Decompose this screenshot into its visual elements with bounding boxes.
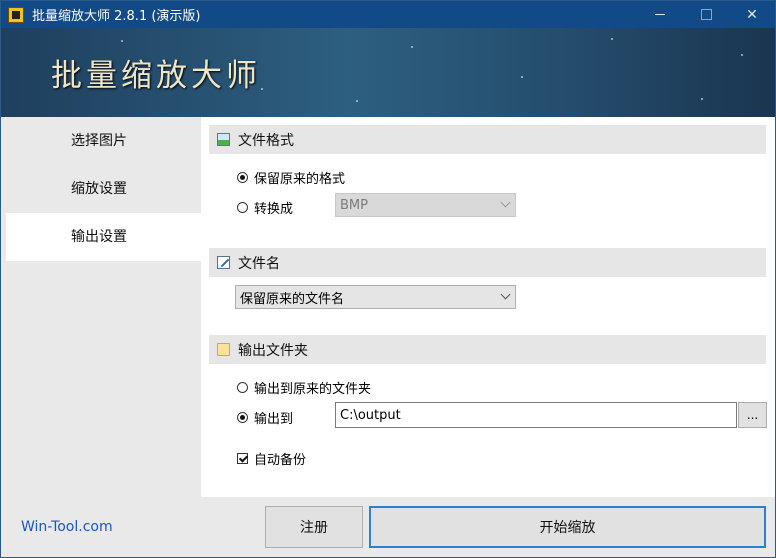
sidebar-item-output-settings[interactable]: 输出设置 (6, 213, 201, 261)
sidebar-item-select-images[interactable]: 选择图片 (1, 117, 201, 165)
output-path-input[interactable]: C:\output (335, 402, 737, 428)
output-settings-panel: 文件格式 保留原来的格式 转换成 BMP 文件名 保留原来的文件名 输出文件夹 (201, 117, 775, 497)
keep-format-option[interactable]: 保留原来的格式 (237, 168, 345, 187)
edit-icon (217, 256, 230, 269)
banner-star (521, 76, 523, 78)
maximize-button[interactable] (683, 1, 729, 28)
app-icon (8, 6, 24, 23)
output-folder-title: 输出文件夹 (238, 342, 308, 359)
browse-button[interactable]: ... (738, 402, 767, 428)
website-link[interactable]: Win-Tool.com (21, 519, 113, 535)
output-to-option[interactable]: 输出到 (237, 408, 293, 427)
app-window: 批量缩放大师 2.8.1 (演示版) ✕ 批量缩放大师 选择图片 缩放设置 输出… (0, 0, 776, 558)
banner-star (121, 40, 123, 42)
header-banner: 批量缩放大师 (1, 28, 775, 117)
maximize-icon (700, 9, 712, 20)
folder-icon (217, 343, 230, 356)
file-format-title: 文件格式 (238, 132, 294, 149)
output-to-label: 输出到 (254, 412, 294, 427)
banner-star (611, 38, 613, 40)
banner-title: 批量缩放大师 (51, 58, 261, 94)
chevron-down-icon (500, 197, 511, 208)
output-original-radio[interactable] (237, 382, 248, 393)
file-format-header: 文件格式 (209, 125, 766, 154)
file-name-title: 文件名 (238, 255, 280, 272)
banner-star (411, 46, 413, 48)
close-button[interactable]: ✕ (729, 1, 775, 28)
banner-star (261, 88, 263, 90)
start-scaling-button[interactable]: 开始缩放 (369, 506, 766, 548)
banner-star (356, 100, 358, 102)
image-icon (217, 133, 230, 146)
auto-backup-checkbox[interactable] (237, 453, 248, 464)
output-original-label: 输出到原来的文件夹 (254, 382, 372, 397)
file-name-value: 保留原来的文件名 (240, 291, 345, 307)
close-icon: ✕ (746, 6, 758, 23)
title-bar: 批量缩放大师 2.8.1 (演示版) ✕ (1, 1, 775, 28)
minimize-button[interactable] (637, 1, 683, 28)
convert-format-select[interactable]: BMP (335, 193, 516, 217)
minimize-icon (655, 14, 665, 15)
file-name-header: 文件名 (209, 248, 766, 277)
auto-backup-option[interactable]: 自动备份 (237, 449, 306, 468)
file-name-select[interactable]: 保留原来的文件名 (235, 285, 516, 309)
output-path-value: C:\output (340, 407, 401, 423)
convert-format-value: BMP (340, 197, 368, 213)
footer-bar: Win-Tool.com 注册 开始缩放 (1, 497, 775, 557)
keep-format-radio[interactable] (237, 172, 248, 183)
keep-format-label: 保留原来的格式 (254, 172, 346, 187)
convert-format-option[interactable]: 转换成 (237, 198, 293, 217)
banner-star (741, 54, 743, 56)
window-title: 批量缩放大师 2.8.1 (演示版) (32, 9, 201, 24)
sidebar: 选择图片 缩放设置 输出设置 (1, 117, 201, 497)
banner-star (701, 98, 703, 100)
auto-backup-label: 自动备份 (254, 453, 307, 468)
window-controls: ✕ (637, 1, 775, 28)
register-button[interactable]: 注册 (265, 506, 363, 548)
sidebar-item-scale-settings[interactable]: 缩放设置 (1, 165, 201, 213)
convert-format-label: 转换成 (254, 202, 294, 217)
convert-format-radio[interactable] (237, 202, 248, 213)
chevron-down-icon (500, 289, 511, 300)
output-to-radio[interactable] (237, 412, 248, 423)
output-original-option[interactable]: 输出到原来的文件夹 (237, 378, 371, 397)
output-folder-header: 输出文件夹 (209, 335, 766, 364)
